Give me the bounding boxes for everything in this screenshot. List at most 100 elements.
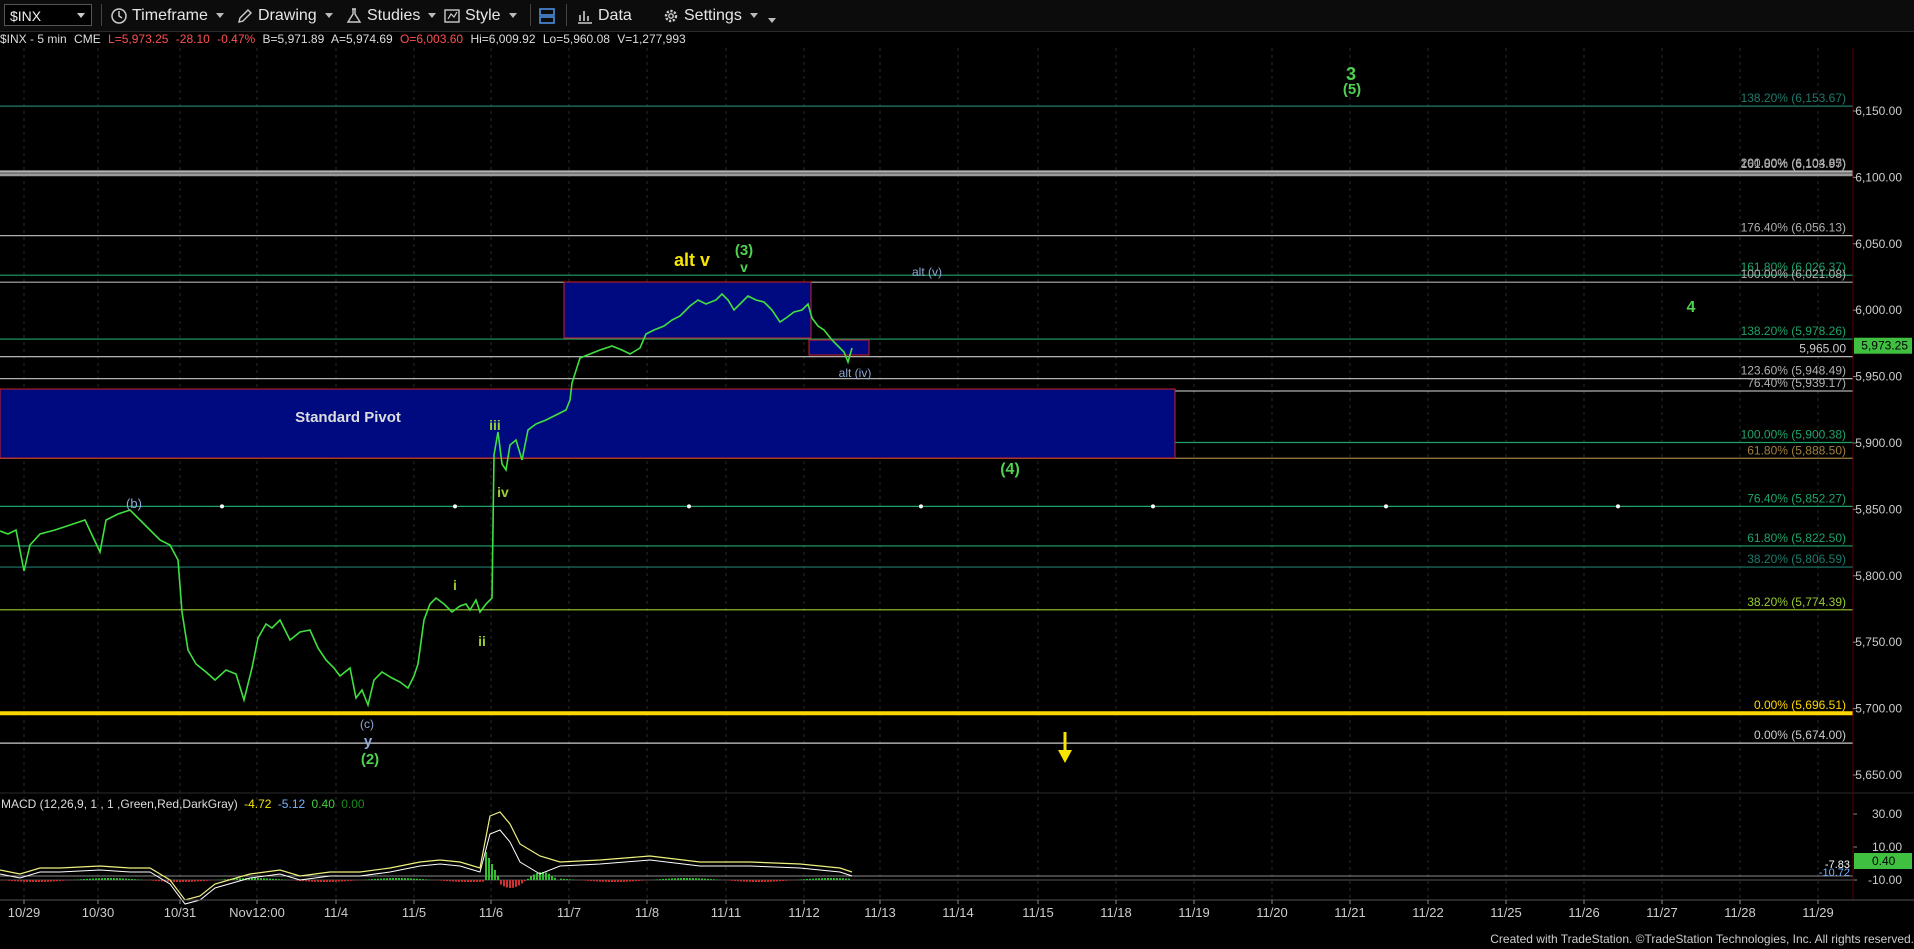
caret-icon bbox=[428, 13, 437, 18]
style-menu[interactable]: Style bbox=[443, 0, 517, 31]
macd-current-label: 0.40 bbox=[1872, 854, 1896, 868]
marker-dot bbox=[1616, 504, 1620, 509]
header-symbol: $INX - 5 min bbox=[0, 32, 67, 46]
macd-small-tag: -10.72 bbox=[1819, 867, 1850, 879]
header-ask: A=5,974.69 bbox=[330, 32, 393, 46]
layout-icon bbox=[539, 7, 555, 24]
caret-icon bbox=[767, 18, 776, 23]
fib-label: 138.20% (5,978.26) bbox=[1741, 324, 1846, 338]
chevron-down-icon bbox=[77, 13, 85, 18]
marker-dot bbox=[919, 504, 923, 509]
date-tick-label: 11/22 bbox=[1412, 905, 1444, 920]
caret-icon bbox=[749, 13, 758, 18]
wave-label: ii bbox=[478, 633, 486, 649]
price-tick-label: 5,650.00 bbox=[1855, 768, 1902, 782]
date-tick-label: 11/26 bbox=[1568, 905, 1600, 920]
current-price-label: 5,973.25 bbox=[1861, 339, 1908, 353]
price-tick-label: 5,950.00 bbox=[1855, 370, 1902, 384]
date-tick-label: 11/29 bbox=[1802, 905, 1834, 920]
gear-icon bbox=[664, 9, 678, 22]
header-exchange: CME bbox=[74, 32, 101, 46]
date-tick-label: 11/18 bbox=[1100, 905, 1132, 920]
marker-dot bbox=[1384, 504, 1388, 509]
date-tick-label: Nov12:00 bbox=[229, 905, 285, 920]
macd-tick-label: -10.00 bbox=[1868, 873, 1902, 887]
header-lo: Lo=5,960.08 bbox=[542, 32, 610, 46]
drawing-menu[interactable]: Drawing bbox=[236, 0, 333, 31]
symbol-header: $INX - 5 min CME L=5,973.25 -28.10 -0.47… bbox=[0, 32, 690, 48]
header-change: -28.10 bbox=[175, 32, 210, 46]
fib-label: 38.20% (5,774.39) bbox=[1747, 595, 1846, 609]
style-label: Style bbox=[465, 6, 501, 24]
price-tick-label: 6,000.00 bbox=[1855, 303, 1902, 317]
data-label: Data bbox=[598, 6, 632, 24]
studies-menu[interactable]: Studies bbox=[345, 0, 437, 31]
price-tick-label: 6,150.00 bbox=[1855, 104, 1902, 118]
fib-label: 38.20% (5,806.59) bbox=[1747, 552, 1846, 566]
price-tick-label: 5,850.00 bbox=[1855, 502, 1902, 516]
style-icon bbox=[444, 8, 460, 23]
symbol-selector[interactable]: $INX bbox=[4, 4, 92, 26]
header-vol: V=1,277,993 bbox=[617, 32, 686, 46]
fib-label: 5,965.00 bbox=[1799, 342, 1846, 356]
price-tick-label: 5,900.00 bbox=[1855, 436, 1902, 450]
settings-label: Settings bbox=[684, 6, 742, 24]
target-box[interactable] bbox=[563, 281, 812, 339]
macd-value-3: 0.40 bbox=[311, 797, 335, 811]
footer: Created with TradeStation. ©TradeStation… bbox=[0, 929, 1914, 949]
wave-label: y bbox=[364, 733, 373, 750]
header-bid: B=5,971.89 bbox=[262, 32, 325, 46]
toolbar: $INX Timeframe Drawing Studies Style Dat… bbox=[0, 0, 1914, 32]
fib-label: 100.00% (6,021.08) bbox=[1741, 267, 1846, 281]
wave-label: Standard Pivot bbox=[295, 409, 401, 426]
bar-chart-icon bbox=[578, 10, 592, 24]
fib-label: 76.40% (5,852.27) bbox=[1747, 491, 1846, 505]
caret-icon bbox=[508, 13, 517, 18]
down-arrow-icon bbox=[1058, 732, 1072, 763]
fib-label: 138.20% (6,153.67) bbox=[1741, 91, 1846, 105]
date-tick-label: 11/11 bbox=[711, 905, 742, 920]
date-tick-label: 11/19 bbox=[1178, 905, 1210, 920]
price-tick-label: 5,700.00 bbox=[1855, 702, 1902, 716]
wave-label: (5) bbox=[1343, 81, 1361, 98]
wave-label: alt (iv) bbox=[839, 366, 872, 380]
fib-label: 0.00% (5,674.00) bbox=[1754, 728, 1846, 742]
macd-name: MACD (12,26,9, 1 , 1 ,Green,Red,DarkGray… bbox=[1, 797, 238, 811]
date-tick-label: 11/13 bbox=[864, 905, 896, 920]
date-tick-label: 11/12 bbox=[788, 905, 820, 920]
price-axis: 6,150.00 6,100.00 6,050.00 6,000.00 5,950.00… bbox=[1852, 48, 1912, 900]
macd-value-4: 0.00 bbox=[341, 797, 365, 811]
date-tick-label: 11/28 bbox=[1724, 905, 1756, 920]
price-tick-label: 5,800.00 bbox=[1855, 569, 1902, 583]
fib-label: 61.80% (5,888.50) bbox=[1747, 443, 1846, 457]
clock-icon bbox=[111, 7, 127, 24]
fib-label: 100.00% (5,900.38) bbox=[1741, 427, 1846, 441]
copyright-text: Created with TradeStation. ©TradeStation… bbox=[1490, 932, 1914, 946]
date-tick-label: 11/15 bbox=[1022, 905, 1054, 920]
date-tick-label: 10/31 bbox=[164, 905, 197, 920]
date-tick-label: 11/20 bbox=[1256, 905, 1288, 920]
wave-label: i bbox=[453, 577, 457, 593]
price-chart[interactable]: 30.0010.00-10.000.40-7.83-10.72 138.20% … bbox=[0, 32, 1914, 929]
toolbar-divider bbox=[566, 4, 567, 26]
date-tick-label: 11/6 bbox=[479, 905, 503, 920]
date-tick-label: 11/4 bbox=[324, 905, 348, 920]
macd-tick-label: 30.00 bbox=[1872, 807, 1902, 821]
standard-pivot-box[interactable] bbox=[0, 388, 1176, 459]
fib-label: 176.40% (6,056.13) bbox=[1741, 221, 1846, 235]
marker-dot bbox=[687, 504, 691, 509]
chart-boxes bbox=[0, 281, 1176, 459]
fib-label: 0.00% (5,696.51) bbox=[1754, 698, 1846, 712]
pencil-icon bbox=[238, 8, 252, 23]
data-menu[interactable]: Data bbox=[576, 0, 632, 31]
header-last: L=5,973.25 bbox=[108, 32, 169, 46]
drawing-label: Drawing bbox=[258, 6, 317, 24]
layout-button[interactable] bbox=[537, 0, 561, 31]
signal-line bbox=[0, 829, 853, 905]
date-tick-label: 11/8 bbox=[635, 905, 659, 920]
caret-icon bbox=[215, 13, 224, 18]
timeframe-menu[interactable]: Timeframe bbox=[110, 0, 224, 31]
wave-label: (b) bbox=[126, 496, 142, 511]
settings-menu[interactable]: Settings bbox=[662, 0, 776, 31]
header-pct: -0.47% bbox=[217, 32, 256, 46]
